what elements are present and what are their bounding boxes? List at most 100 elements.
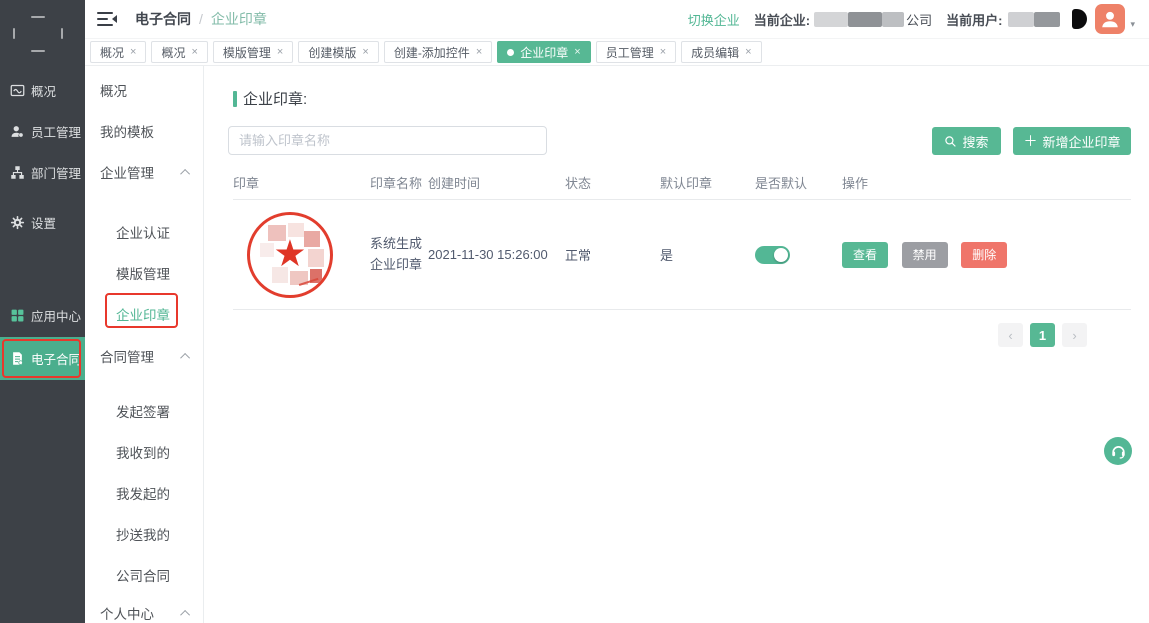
tab-label: 创建-添加控件 [394,44,470,61]
tab-enterprise-seal[interactable]: 企业印章 × [497,41,590,63]
tab-template-mgmt[interactable]: 模版管理 × [213,41,293,63]
menu-label: 发起签署 [116,401,170,421]
add-button-label: 新增企业印章 [1042,132,1120,151]
menu-group-enterprise-mgmt[interactable]: 企业管理 [85,162,203,182]
sidebar-item-label: 概况 [31,81,56,100]
sidebar-item-employees[interactable]: 员工管理 [0,111,85,151]
menu-item-company-contracts[interactable]: 公司合同 [85,565,203,585]
sidebar-item-departments[interactable]: 部门管理 [0,152,85,192]
active-tab-dot-icon [507,49,514,56]
page-title: 企业印章: [233,88,307,109]
tab-employee-mgmt[interactable]: 员工管理 × [596,41,676,63]
col-header-default-seal: 默认印章 [660,173,755,192]
tab-member-edit[interactable]: 成员编辑 × [681,41,761,63]
menu-group-personal-center[interactable]: 个人中心 [85,603,203,623]
tab-overview-1[interactable]: 概况 × [90,41,146,63]
redacted-company-name [814,12,848,27]
headset-icon [1110,443,1127,460]
tab-close-icon[interactable]: × [574,46,580,58]
tab-close-icon[interactable]: × [277,46,283,58]
menu-item-initiated[interactable]: 我发起的 [85,483,203,503]
menu-label: 个人中心 [100,603,154,623]
seal-table: 印章 印章名称 创建时间 状态 默认印章 是否默认 操作 [233,165,1131,310]
tab-label: 模版管理 [223,44,271,61]
menu-group-contract-mgmt[interactable]: 合同管理 [85,346,203,366]
tab-close-icon[interactable]: × [130,46,136,58]
menu-item-my-templates[interactable]: 我的模板 [85,121,203,141]
tab-bar: 概况 × 概况 × 模版管理 × 创建模版 × 创建-添加控件 × 企业印章 ×… [85,39,1149,66]
sidebar-item-settings[interactable]: 设置 [0,202,85,242]
add-enterprise-seal-button[interactable]: ＋ 新增企业印章 [1013,127,1131,155]
overview-chart-icon [10,83,25,98]
sidebar-item-label: 电子合同 [31,349,81,368]
org-chart-icon [10,165,25,180]
tab-overview-2[interactable]: 概况 × [151,41,207,63]
pagination-next-button[interactable]: › [1062,323,1087,347]
redacted-seal-text [308,249,324,267]
breadcrumb-current: 企业印章 [211,9,267,29]
tab-close-icon[interactable]: × [362,46,368,58]
menu-label: 企业认证 [116,222,170,242]
menu-label: 概况 [100,80,127,100]
tab-create-add-control[interactable]: 创建-添加控件 × [384,41,492,63]
breadcrumb: 电子合同 / 企业印章 [135,9,267,29]
search-icon [944,135,957,148]
header-right: 切换企业 当前企业: 公司 当前用户: ▾ [688,4,1135,34]
avatar-dropdown-caret[interactable]: ▾ [1130,19,1135,30]
col-header-actions: 操作 [842,173,1111,192]
tab-label: 概况 [161,44,185,61]
user-icon [10,124,25,139]
menu-item-received[interactable]: 我收到的 [85,442,203,462]
primary-sidebar: 概况 员工管理 部门管理 [0,0,85,623]
tab-close-icon[interactable]: × [191,46,197,58]
tab-close-icon[interactable]: × [745,46,751,58]
tab-close-icon[interactable]: × [476,46,482,58]
tab-close-icon[interactable]: × [660,46,666,58]
user-avatar[interactable] [1095,4,1125,34]
top-header: 电子合同 / 企业印章 切换企业 当前企业: 公司 当前用户: ▾ [85,0,1149,39]
menu-item-template-mgmt[interactable]: 模版管理 [85,263,203,283]
page-title-text: 企业印章: [243,88,307,109]
sidebar-item-app-center[interactable]: 应用中心 [0,295,85,335]
seal-name-search-input[interactable] [228,126,547,155]
default-toggle-switch[interactable] [755,246,790,264]
chevron-up-icon [180,168,190,178]
search-button[interactable]: 搜索 [932,127,1001,155]
redacted-company-name [882,12,904,27]
menu-label: 模版管理 [116,263,170,283]
col-header-seal: 印章 [233,173,370,192]
pagination-prev-button[interactable]: ‹ [998,323,1023,347]
switch-company-link[interactable]: 切换企业 [688,10,740,29]
col-header-seal-name: 印章名称 [370,173,428,192]
company-name-suffix: 公司 [906,10,932,29]
customer-service-button[interactable] [1104,437,1132,465]
current-company-label: 当前企业: [754,10,810,29]
main-content: 企业印章: 搜索 ＋ 新增企业印章 印章 印章名称 创建时间 状态 默认印章 是… [204,66,1149,623]
sidebar-item-e-contract[interactable]: 电子合同 [0,337,85,380]
table-header-row: 印章 印章名称 创建时间 状态 默认印章 是否默认 操作 [233,165,1131,200]
pagination-page-1[interactable]: 1 [1030,323,1055,347]
table-row: ★ 系统生成企业印章 2021-11-30 15:26:00 正常 是 查看 禁… [233,200,1131,310]
disable-button[interactable]: 禁用 [902,242,948,268]
app-grid-icon [10,308,25,323]
search-button-label: 搜索 [962,132,988,151]
menu-item-cc-me[interactable]: 抄送我的 [85,524,203,544]
sidebar-item-label: 员工管理 [31,122,81,141]
tab-create-template[interactable]: 创建模版 × [298,41,378,63]
delete-button[interactable]: 删除 [961,242,1007,268]
menu-item-enterprise-auth[interactable]: 企业认证 [85,222,203,242]
logo-mark [61,28,63,39]
sidebar-item-label: 设置 [31,213,56,232]
sidebar-item-overview[interactable]: 概况 [0,70,85,110]
collapse-menu-icon[interactable] [97,11,117,27]
breadcrumb-root[interactable]: 电子合同 [135,9,191,29]
view-button[interactable]: 查看 [842,242,888,268]
menu-item-enterprise-seal[interactable]: 企业印章 [85,304,203,324]
tab-label: 员工管理 [606,44,654,61]
menu-item-initiate-sign[interactable]: 发起签署 [85,401,203,421]
menu-label: 企业管理 [100,162,154,182]
tab-label: 企业印章 [520,44,568,61]
menu-item-overview[interactable]: 概况 [85,80,203,100]
sidebar-item-label: 应用中心 [31,306,81,325]
redacted-company-name [848,12,882,27]
